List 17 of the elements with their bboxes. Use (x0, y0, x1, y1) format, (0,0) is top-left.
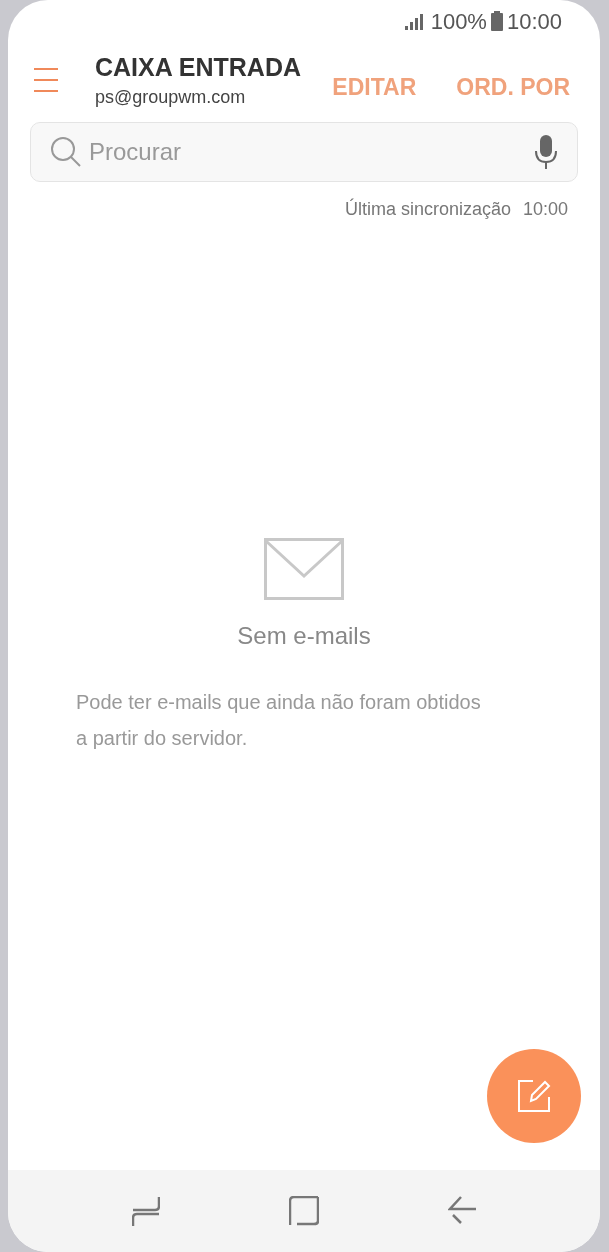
mailbox-title: CAIXA ENTRADA (95, 52, 302, 83)
search-field[interactable]: Procurar (30, 122, 578, 182)
status-time: 10:00 (506, 7, 562, 36)
battery-icon (490, 11, 503, 31)
empty-state-title: Sem e-mails (237, 621, 371, 651)
search-icon (50, 136, 82, 168)
account-email: ps@groupwm.com (95, 86, 247, 109)
empty-state-message: Pode ter e-mails que ainda não foram obtidos a partir do servidor. (76, 690, 482, 751)
microphone-icon[interactable] (534, 135, 558, 169)
battery-percentage: 100% (430, 7, 487, 36)
recent-apps-icon[interactable] (132, 1196, 161, 1226)
compose-icon (517, 1079, 551, 1113)
last-sync-label: Última sincronização (344, 197, 511, 221)
home-icon[interactable] (289, 1196, 319, 1226)
envelope-icon (264, 538, 344, 600)
back-icon[interactable] (447, 1196, 476, 1226)
last-sync-time: 10:00 (522, 198, 568, 221)
